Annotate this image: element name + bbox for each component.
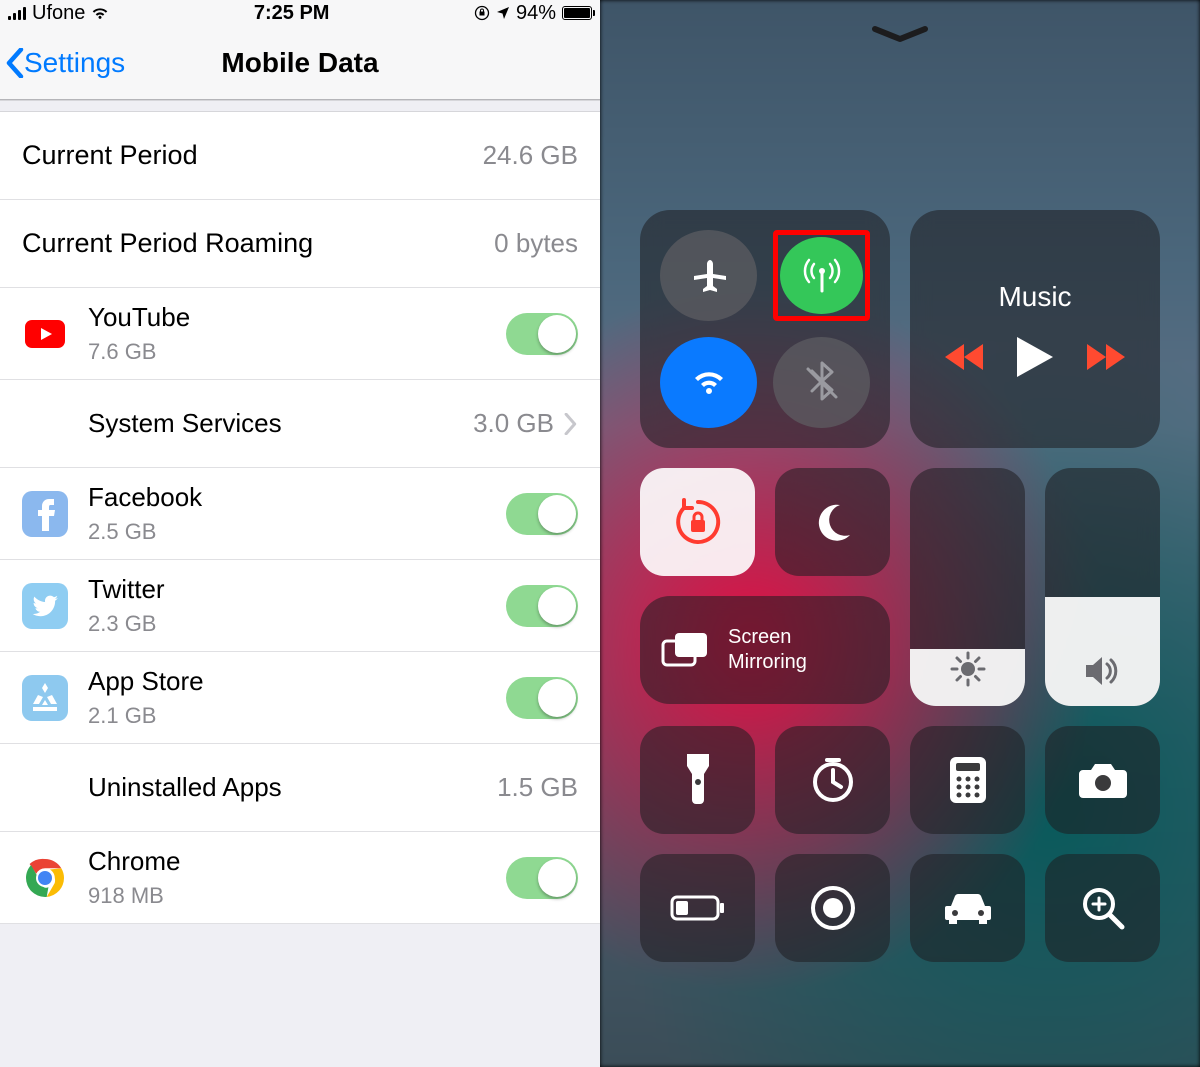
app-name: Uninstalled Apps — [88, 772, 497, 803]
roaming-value: 0 bytes — [494, 228, 578, 259]
toggle-appstore[interactable] — [506, 677, 578, 719]
navbar: Settings Mobile Data — [0, 26, 600, 100]
app-name: YouTube — [88, 302, 506, 333]
wifi-button[interactable] — [660, 337, 757, 428]
battery-low-icon — [670, 893, 726, 923]
app-name: System Services — [88, 408, 473, 439]
current-period-label: Current Period — [22, 140, 483, 171]
airplane-mode-button[interactable] — [660, 230, 757, 321]
app-data: 918 MB — [88, 883, 506, 909]
usage-list: Current Period 24.6 GB Current Period Ro… — [0, 112, 600, 924]
rewind-button[interactable] — [945, 344, 983, 370]
magnifier-icon — [1079, 884, 1127, 932]
music-tile[interactable]: Music — [910, 210, 1160, 448]
toggle-chrome[interactable] — [506, 857, 578, 899]
cellular-data-button[interactable] — [780, 237, 863, 314]
timer-icon — [809, 756, 857, 804]
orientation-lock-icon — [672, 496, 724, 548]
camera-button[interactable] — [1045, 726, 1160, 834]
twitter-icon — [22, 583, 68, 629]
toggle-facebook[interactable] — [506, 493, 578, 535]
status-time: 7:25 PM — [254, 2, 330, 25]
app-data: 2.1 GB — [88, 703, 506, 729]
camera-icon — [1077, 760, 1129, 800]
youtube-icon — [22, 311, 68, 357]
timer-button[interactable] — [775, 726, 890, 834]
app-data: 3.0 GB — [473, 408, 554, 439]
current-period-value: 24.6 GB — [483, 140, 578, 171]
toggle-youtube[interactable] — [506, 313, 578, 355]
airplane-icon — [686, 253, 732, 299]
low-power-button[interactable] — [640, 854, 755, 962]
cellular-antenna-icon — [799, 253, 845, 299]
app-row-twitter[interactable]: Twitter 2.3 GB — [0, 560, 600, 652]
moon-icon — [810, 499, 856, 545]
appstore-icon — [22, 675, 68, 721]
app-name: App Store — [88, 666, 506, 697]
calculator-icon — [948, 755, 988, 805]
back-label: Settings — [24, 47, 125, 79]
orientation-lock-button[interactable] — [640, 468, 755, 576]
toggle-twitter[interactable] — [506, 585, 578, 627]
volume-icon — [1045, 654, 1160, 688]
location-icon — [496, 6, 510, 20]
app-row-uninstalled[interactable]: Uninstalled Apps 1.5 GB — [0, 744, 600, 832]
chevron-right-icon — [564, 413, 578, 435]
connectivity-tile — [640, 210, 890, 448]
flashlight-button[interactable] — [640, 726, 755, 834]
orientation-lock-icon — [474, 5, 490, 21]
app-row-facebook[interactable]: Facebook 2.5 GB — [0, 468, 600, 560]
settings-screen: Ufone 7:25 PM 94% Settings Mobile Data C… — [0, 0, 600, 1067]
app-row-appstore[interactable]: App Store 2.1 GB — [0, 652, 600, 744]
play-button[interactable] — [1017, 337, 1053, 377]
app-data: 2.3 GB — [88, 611, 506, 637]
battery-icon — [562, 6, 592, 20]
wifi-icon — [686, 360, 732, 406]
battery-percent: 94% — [516, 2, 556, 25]
chevron-left-icon — [6, 48, 24, 78]
cellular-signal-icon — [8, 6, 26, 20]
cellular-highlight — [773, 230, 870, 321]
app-row-system-services[interactable]: System Services 3.0 GB — [0, 380, 600, 468]
car-icon — [941, 890, 995, 926]
status-bar: Ufone 7:25 PM 94% — [0, 0, 600, 26]
bluetooth-button[interactable] — [773, 337, 870, 428]
control-center-screen: Music — [600, 0, 1200, 1067]
roaming-label: Current Period Roaming — [22, 228, 494, 259]
screen-mirroring-icon — [660, 630, 710, 670]
forward-button[interactable] — [1087, 344, 1125, 370]
record-icon — [809, 884, 857, 932]
brightness-slider[interactable] — [910, 468, 1025, 706]
screen-mirroring-label: Screen Mirroring — [728, 625, 807, 675]
app-data: 7.6 GB — [88, 339, 506, 365]
flashlight-icon — [683, 754, 713, 806]
magnifier-button[interactable] — [1045, 854, 1160, 962]
music-label: Music — [998, 281, 1071, 313]
back-button[interactable]: Settings — [0, 47, 125, 79]
chrome-icon — [22, 855, 68, 901]
brightness-icon — [910, 650, 1025, 688]
app-data: 1.5 GB — [497, 772, 578, 803]
app-data: 2.5 GB — [88, 519, 506, 545]
calculator-button[interactable] — [910, 726, 1025, 834]
app-name: Twitter — [88, 574, 506, 605]
volume-slider[interactable] — [1045, 468, 1160, 706]
driving-mode-button[interactable] — [910, 854, 1025, 962]
roaming-row[interactable]: Current Period Roaming 0 bytes — [0, 200, 600, 288]
screen-mirroring-button[interactable]: Screen Mirroring — [640, 596, 890, 704]
app-name: Facebook — [88, 482, 506, 513]
app-name: Chrome — [88, 846, 506, 877]
grabber-icon[interactable] — [870, 24, 930, 44]
wifi-icon — [91, 6, 109, 20]
app-row-chrome[interactable]: Chrome 918 MB — [0, 832, 600, 924]
facebook-icon — [22, 491, 68, 537]
app-row-youtube[interactable]: YouTube 7.6 GB — [0, 288, 600, 380]
bluetooth-off-icon — [802, 360, 842, 406]
current-period-row[interactable]: Current Period 24.6 GB — [0, 112, 600, 200]
do-not-disturb-button[interactable] — [775, 468, 890, 576]
carrier-label: Ufone — [32, 2, 85, 25]
screen-record-button[interactable] — [775, 854, 890, 962]
